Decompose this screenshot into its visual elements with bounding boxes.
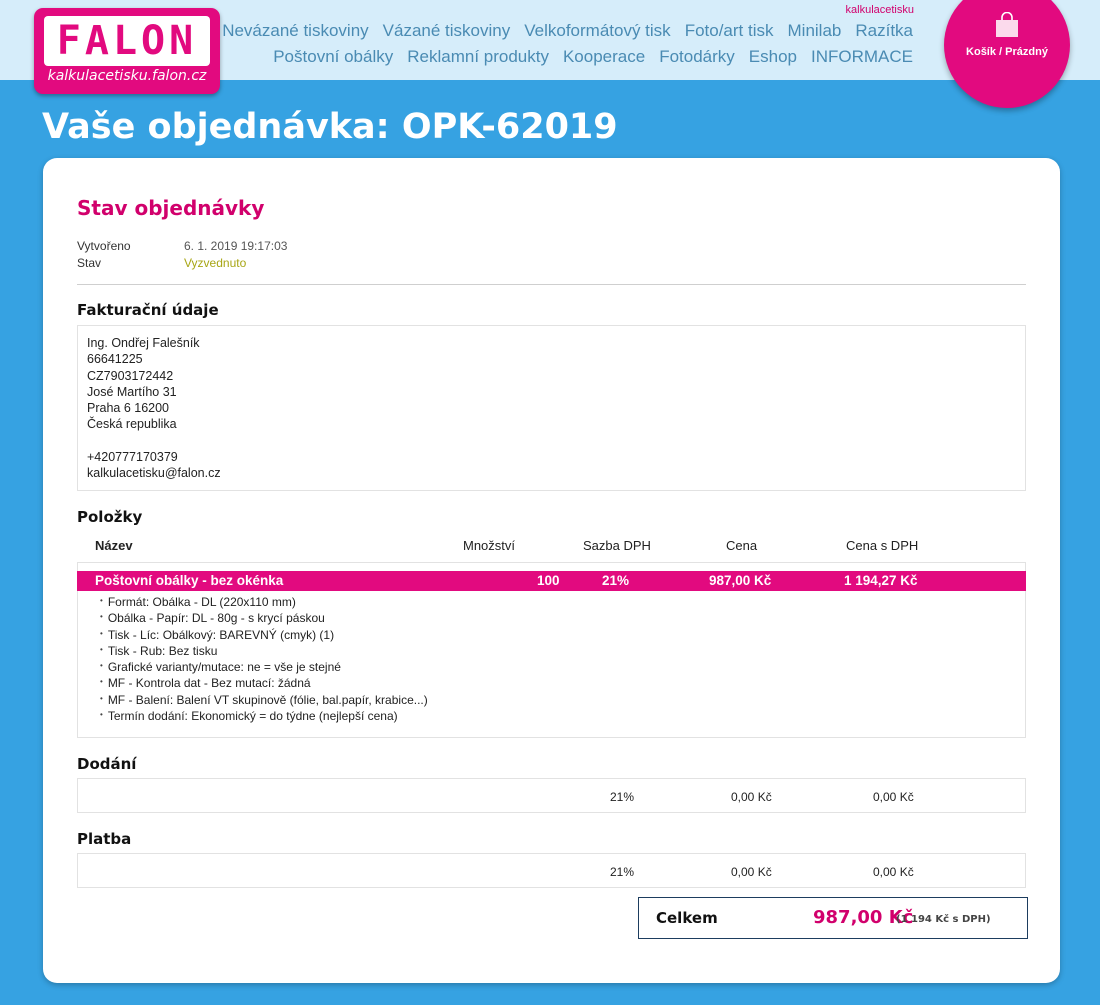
nav-link-fotodarky[interactable]: Fotodárky (659, 47, 735, 67)
nav-link-reklamni-produkty[interactable]: Reklamní produkty (407, 47, 549, 67)
nav-link-nevazane-tiskoviny[interactable]: Nevázané tiskoviny (222, 21, 368, 41)
payment-vat: 21% (610, 865, 635, 879)
user-account-link[interactable]: kalkulacetisku (846, 4, 914, 16)
attribute-line: • Formát: Obálka - DL (220x110 mm) (100, 595, 296, 609)
nav-link-foto-art-tisk[interactable]: Foto/art tisk (685, 21, 774, 41)
logo-domain-text: kalkulacetisku.falon.cz (47, 68, 207, 84)
attribute-line: • Tisk - Líc: Obálkový: BAREVNÝ (cmyk) (1… (100, 627, 335, 642)
page-title: Vaše objednávka: OPK-62019 (42, 107, 618, 147)
item-price-vat: 1 194,27 Kč (844, 573, 918, 588)
billing-line: Česká republika (87, 417, 177, 432)
billing-line: Praha 6 16200 (87, 401, 170, 416)
payment-title: Platba (77, 830, 132, 848)
created-label: Vytvořeno (77, 239, 131, 253)
main-nav-row-2: Poštovní obálky Reklamní produkty Kooper… (273, 47, 913, 67)
billing-line: Ing. Ondřej Falešník (87, 336, 200, 350)
item-row[interactable]: Poštovní obálky - bez okénka 100 21% 987… (77, 571, 1026, 591)
logo-wordmark: FALON (44, 16, 210, 66)
order-card: Stav objednávky Vytvořeno 6. 1. 2019 19:… (43, 158, 1060, 983)
attribute-line: • Grafické varianty/mutace: ne = vše je s… (100, 660, 341, 675)
billing-line (87, 433, 1025, 449)
billing-line: kalkulacetisku@falon.cz (87, 466, 221, 481)
payment-price: 0,00 Kč (731, 865, 772, 879)
nav-link-razitka[interactable]: Razítka (855, 21, 913, 41)
divider (77, 284, 1026, 285)
billing-line: José Martího 31 (87, 384, 177, 399)
delivery-price: 0,00 Kč (731, 790, 772, 804)
col-header-price: Cena (726, 538, 758, 553)
col-header-qty: Množství (463, 538, 516, 553)
delivery-price-vat: 0,00 Kč (873, 790, 914, 804)
nav-link-kooperace[interactable]: Kooperace (563, 47, 645, 67)
col-header-vat: Sazba DPH (583, 538, 651, 553)
nav-link-vazane-tiskoviny[interactable]: Vázané tiskoviny (383, 21, 511, 41)
status-value: Vyzvednuto (184, 256, 247, 270)
item-vat: 21% (602, 573, 630, 588)
item-name: Poštovní obálky - bez okénka (95, 573, 284, 588)
nav-link-minilab[interactable]: Minilab (788, 21, 842, 41)
falon-logo[interactable]: FALON kalkulacetisku.falon.cz (34, 8, 220, 94)
cart-button[interactable]: Košík / Prázdný (944, 0, 1070, 108)
cart-label: Košík / Prázdný (966, 46, 1048, 58)
attribute-line: • MF - Kontrola dat - Bez mutací: žádná (100, 676, 311, 691)
attribute-line: • Termín dodání: Ekonomický = do týdne (n… (100, 709, 398, 724)
attribute-line: • Tisk - Rub: Bez tisku (100, 643, 218, 658)
total-with-vat: (1 194 Kč s DPH) (896, 914, 991, 925)
delivery-title: Dodání (77, 755, 137, 773)
item-price: 987,00 Kč (709, 573, 772, 588)
main-nav-row-1: Nevázané tiskoviny Vázané tiskoviny Velk… (222, 21, 913, 41)
item-qty: 100 (537, 573, 560, 588)
delivery-vat: 21% (610, 790, 635, 804)
logo-word-text: FALON (56, 18, 198, 64)
payment-box: 21% 0,00 Kč 0,00 Kč (77, 853, 1026, 888)
delivery-box: 21% 0,00 Kč 0,00 Kč (77, 778, 1026, 813)
payment-price-vat: 0,00 Kč (873, 865, 914, 879)
billing-line: CZ7903172442 (87, 368, 174, 383)
attribute-line: • MF - Balení: Balení VT skupinově (fólie… (100, 692, 428, 707)
col-header-price-vat: Cena s DPH (846, 538, 919, 553)
shopping-bag-icon (996, 12, 1018, 37)
order-status-title: Stav objednávky (77, 196, 265, 220)
nav-link-eshop[interactable]: Eshop (749, 47, 797, 67)
order-total-box: Celkem 987,00 Kč (1 194 Kč s DPH) (638, 897, 1028, 939)
total-label: Celkem (656, 909, 718, 927)
items-title: Položky (77, 508, 143, 526)
billing-title: Fakturační údaje (77, 301, 219, 319)
created-value: 6. 1. 2019 19:17:03 (184, 239, 288, 253)
attribute-line: • Obálka - Papír: DL - 80g - s krycí pásk… (100, 611, 325, 626)
billing-line: 66641225 (87, 352, 143, 367)
status-label: Stav (77, 256, 102, 270)
billing-address-box: Ing. Ondřej Falešník 66641225 CZ79031724… (77, 325, 1026, 491)
nav-link-velkoformatovy-tisk[interactable]: Velkoformátový tisk (524, 21, 670, 41)
nav-link-postovni-obalky[interactable]: Poštovní obálky (273, 47, 393, 67)
col-header-name: Název (95, 538, 133, 553)
nav-link-informace[interactable]: INFORMACE (811, 47, 913, 67)
billing-line: +420777170379 (87, 450, 178, 465)
